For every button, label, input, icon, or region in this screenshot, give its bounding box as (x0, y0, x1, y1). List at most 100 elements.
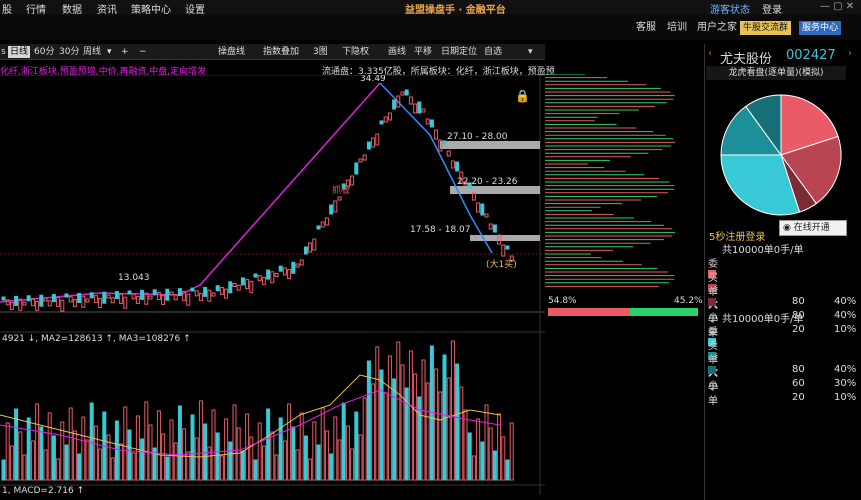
ratio-right: 45.2% (674, 296, 703, 306)
volume-bar (114, 420, 119, 481)
candle (392, 99, 397, 110)
candle (165, 288, 170, 301)
volume-bar (471, 455, 476, 481)
volume-bar (467, 432, 472, 481)
candle (312, 238, 317, 251)
candle (413, 103, 418, 114)
three-chart-button[interactable]: 3图 (313, 46, 328, 58)
volume-profile (545, 74, 675, 287)
volume-bar (270, 431, 275, 481)
order-value: 20 (792, 392, 805, 403)
volume-bar (295, 449, 300, 481)
volume-bar (505, 459, 510, 481)
candle (177, 288, 182, 297)
order-value: 20 (792, 324, 805, 335)
volume-bar (253, 459, 258, 481)
volume-bar (18, 431, 23, 481)
volume-bar (387, 355, 392, 481)
volume-bar (450, 340, 455, 481)
candle (186, 293, 191, 306)
candle (152, 289, 157, 296)
candle (190, 287, 195, 292)
volume-bar (366, 360, 371, 481)
tab-weekly[interactable]: 周线 (83, 46, 101, 58)
candle (51, 294, 56, 303)
volume-bar (215, 432, 220, 481)
volume-bar (291, 426, 296, 481)
candle (278, 265, 283, 272)
candle (434, 129, 439, 140)
candle (249, 280, 254, 293)
ratio-left: 54.8% (548, 296, 577, 306)
candle (245, 279, 250, 290)
candle (169, 291, 174, 296)
customer-service-button[interactable]: 客服 (636, 20, 656, 35)
index-overlay-button[interactable]: 指数叠加 (263, 46, 299, 58)
draw-line-button[interactable]: 画线 (388, 46, 406, 58)
tab-30min[interactable]: 30分 (59, 46, 79, 58)
online-open-button[interactable]: ◉ 在线开通 (779, 220, 847, 236)
period-dropdown-icon[interactable]: ▾ (107, 46, 112, 58)
volume-bar (459, 386, 464, 481)
block1-title: 共10000单0手/单 (722, 245, 804, 256)
window-controls[interactable]: — ▢ ✕ (820, 1, 854, 12)
prev-icon[interactable]: s (1, 46, 6, 58)
back-icon[interactable]: ‹ (708, 48, 712, 59)
volume-bar (329, 453, 334, 481)
candle (291, 261, 296, 274)
toolbar-expand-icon[interactable]: ▾ (528, 46, 533, 58)
candle (282, 267, 287, 276)
volume-bar (463, 409, 468, 481)
price-top-label: 34.49 (360, 75, 386, 84)
volume-bar (77, 453, 82, 481)
volume-bar (173, 442, 178, 481)
order-label: 小单 (708, 381, 718, 407)
volume-bar (30, 440, 35, 481)
candle (333, 200, 338, 213)
candle (480, 203, 485, 216)
volume-bar (282, 440, 287, 481)
candle (14, 295, 19, 306)
tab-tiger-dragon[interactable]: 龙虎看盘(逐单量)(模拟) (706, 66, 846, 80)
candle (68, 296, 73, 303)
training-button[interactable]: 培训 (667, 20, 687, 35)
volume-bar (446, 377, 451, 481)
order-value: 80 (792, 296, 805, 307)
service-center-button[interactable]: 服务中心 (799, 21, 842, 35)
forum-button[interactable]: 牛股交流群 (740, 21, 792, 35)
volume-bar (497, 413, 502, 481)
candle (1, 296, 6, 301)
candle (207, 289, 212, 302)
date-locate-button[interactable]: 日期定位 (441, 46, 477, 58)
candle (198, 293, 203, 302)
resistance-zone (440, 141, 540, 149)
pan-button[interactable]: 平移 (414, 46, 432, 58)
trade-line-button[interactable]: 操盘线 (218, 46, 245, 58)
candle (161, 294, 166, 305)
tab-60min[interactable]: 60分 (34, 46, 54, 58)
volume-bar (308, 458, 313, 481)
candle (140, 289, 145, 300)
candle (211, 292, 216, 297)
forward-icon[interactable]: › (848, 48, 852, 59)
candle (417, 101, 422, 114)
tab-daily[interactable]: 日线 (8, 46, 31, 58)
order-value: 80 (792, 364, 805, 375)
rights-button[interactable]: 下隐权 (342, 46, 369, 58)
candle (337, 196, 342, 201)
zoom-out-icon[interactable]: − (139, 46, 147, 58)
zoom-in-icon[interactable]: + (121, 46, 129, 58)
volume-bar (93, 425, 98, 481)
resistance-zone (470, 235, 540, 241)
watchlist-button[interactable]: 自选 (484, 46, 502, 58)
volume-bar (421, 359, 426, 481)
volume-bar (324, 430, 329, 481)
volume-bar (198, 400, 203, 481)
candle (421, 108, 426, 113)
candle (442, 140, 447, 145)
candle (379, 120, 384, 125)
kline-chart[interactable]: 34.49 13.043 27.10 - 28.00 22.20 - 23.26… (0, 75, 545, 495)
volume-bar (144, 401, 149, 481)
signal-label: (大1买) (486, 258, 517, 270)
user-home-button[interactable]: 用户之家 (697, 20, 737, 35)
